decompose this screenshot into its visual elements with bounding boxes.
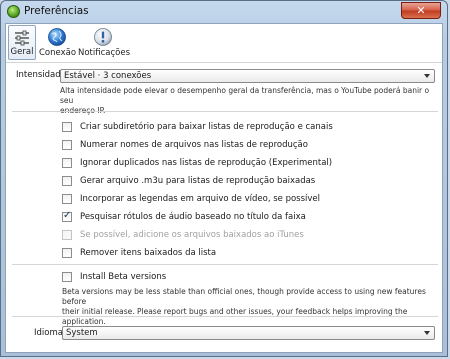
language-select[interactable]: System xyxy=(62,326,435,340)
option-label: Criar subdiretório para baixar listas de… xyxy=(80,122,333,132)
category-toolbar: Geral Conexão Notificações xyxy=(6,24,442,63)
language-value: System xyxy=(66,328,98,338)
beta-hint: Beta versions may be less stable than of… xyxy=(62,287,442,327)
option-label: Install Beta versions xyxy=(80,272,167,282)
tab-notificacoes-label: Notificações xyxy=(78,48,131,58)
tab-notificacoes[interactable]: Notificações xyxy=(78,25,131,60)
title-bar: Preferências ✕ xyxy=(1,1,447,23)
tab-geral[interactable]: Geral xyxy=(8,25,36,60)
window-title: Preferências xyxy=(24,5,89,17)
checkbox[interactable] xyxy=(62,122,72,132)
checkbox[interactable] xyxy=(62,140,72,150)
globe-icon xyxy=(48,28,66,46)
sliders-icon xyxy=(15,30,29,46)
tab-conexao[interactable]: Conexão xyxy=(39,25,77,60)
chevron-down-icon xyxy=(424,74,430,78)
intensity-value: Estável · 3 conexões xyxy=(64,71,152,81)
info-exclamation-icon xyxy=(94,28,112,46)
option-label: Gerar arquivo .m3u para listas de reprod… xyxy=(80,176,316,186)
option-label: Numerar nomes de arquivos nas listas de … xyxy=(80,140,308,150)
preferences-window: Preferências ✕ Geral Conexão Notificaçõe… xyxy=(0,0,448,357)
beta-hint-line2: their initial release. Please report bug… xyxy=(62,307,408,326)
tab-geral-label: Geral xyxy=(10,47,34,57)
close-button[interactable]: ✕ xyxy=(401,2,441,19)
option-label: Incorporar as legendas em arquivo de víd… xyxy=(80,194,321,204)
language-label: Idioma xyxy=(34,328,63,338)
option-label: Remover itens baixados da lista xyxy=(80,248,217,258)
intensity-label: Intensidade xyxy=(16,70,66,80)
checkbox[interactable] xyxy=(62,158,72,168)
divider xyxy=(12,316,438,317)
preferences-content: Geral Conexão Notificações Intensidade E… xyxy=(5,23,443,353)
checkbox[interactable] xyxy=(62,248,72,258)
option-label: Pesquisar rótulos de áudio baseado no tí… xyxy=(80,212,306,222)
divider xyxy=(12,264,438,265)
checkbox[interactable] xyxy=(62,176,72,186)
tab-conexao-label: Conexão xyxy=(39,48,77,58)
option-label: Se possível, adicione os arquivos baixad… xyxy=(80,230,304,240)
option-label: Ignorar duplicados nas listas de reprodu… xyxy=(80,158,333,168)
checkbox[interactable] xyxy=(62,194,72,204)
checkbox-disabled xyxy=(62,230,72,240)
divider xyxy=(12,111,438,112)
intensity-hint-line1: Alta intensidade pode elevar o desempenh… xyxy=(60,86,430,105)
checkbox[interactable] xyxy=(62,272,72,282)
beta-hint-line1: Beta versions may be less stable than of… xyxy=(62,287,426,306)
chevron-down-icon xyxy=(424,331,430,335)
app-icon xyxy=(7,5,20,18)
intensity-select[interactable]: Estável · 3 conexões xyxy=(60,69,435,83)
checkbox-checked[interactable] xyxy=(62,210,72,222)
